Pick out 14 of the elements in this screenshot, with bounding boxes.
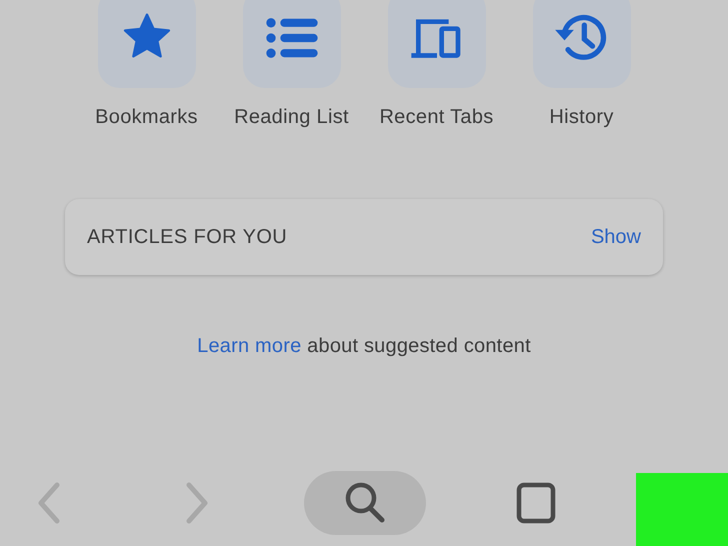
- square-icon: [516, 481, 556, 525]
- search-icon: [344, 481, 386, 525]
- shortcut-tile[interactable]: [98, 0, 196, 88]
- shortcut-tile[interactable]: [532, 0, 630, 88]
- learn-more-link[interactable]: Learn more: [197, 335, 302, 357]
- shortcut-label: History: [549, 106, 614, 129]
- shortcut-tile[interactable]: [388, 0, 486, 88]
- shortcut-tile[interactable]: [242, 0, 340, 88]
- shortcut-label: Recent Tabs: [379, 106, 494, 129]
- learn-more-text: Learn more about suggested content: [197, 335, 531, 358]
- shortcut-label: Reading List: [234, 106, 349, 129]
- show-link[interactable]: Show: [590, 226, 641, 248]
- card-title: ARTICLES FOR YOU: [87, 226, 288, 248]
- shortcut-label: Bookmarks: [95, 106, 198, 129]
